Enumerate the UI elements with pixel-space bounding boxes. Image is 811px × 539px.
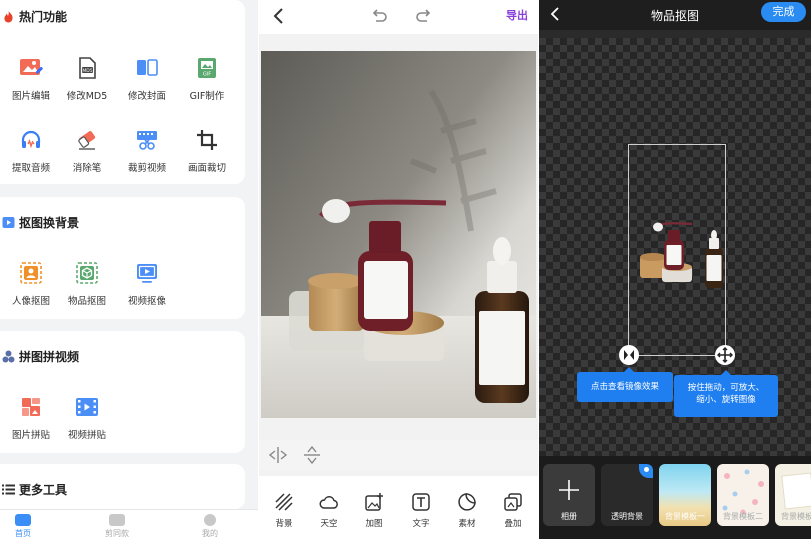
bg-option-note[interactable]: 背景模板三 <box>775 464 811 526</box>
collage-card: 拼图拼视频 图片拼贴 视频拼贴 <box>0 331 245 453</box>
svg-text:GIF: GIF <box>203 72 211 78</box>
mirror-icon[interactable] <box>267 446 289 464</box>
background-picker: 相册 透明背景 背景模板一 背景模板二 背景模板三 <box>539 456 811 539</box>
tool-overlay[interactable]: 叠加 <box>490 492 536 529</box>
transparent-canvas[interactable]: 点击查看镜像效果 按住拖动，可放大、 缩小、旋转图像 <box>539 38 811 456</box>
bg-option-transparent[interactable]: 透明背景 <box>601 464 653 526</box>
tool-text[interactable]: 文字 <box>398 492 444 529</box>
tooltip-move: 按住拖动，可放大、 缩小、旋转图像 <box>674 370 778 417</box>
tab-templates[interactable]: 剪同款 <box>87 514 147 539</box>
film-cut-icon <box>133 126 161 154</box>
gif-icon: GIF <box>193 54 221 82</box>
feature-trim-video[interactable]: 裁剪视频 <box>116 126 178 174</box>
overlay-icon <box>503 492 523 512</box>
video-camera-icon <box>109 514 125 526</box>
feature-cover[interactable]: 修改封面 <box>116 54 178 102</box>
tooltip-mirror: 点击查看镜像效果 <box>577 367 673 402</box>
export-button[interactable]: 导出 <box>506 7 528 23</box>
list-icon <box>2 483 15 496</box>
fire-icon <box>2 10 15 23</box>
tab-home[interactable]: 首页 <box>0 514 53 539</box>
sticker-icon <box>457 492 477 512</box>
feature-portrait-cutout[interactable]: 人像抠图 <box>0 259 62 307</box>
feature-extract-audio[interactable]: 提取音频 <box>0 126 62 174</box>
bg-option-album[interactable]: 相册 <box>543 464 595 526</box>
home-icon <box>15 514 31 526</box>
sky-icon <box>319 492 339 512</box>
headphones-icon <box>17 126 45 154</box>
feature-crop-frame[interactable]: 画面裁切 <box>176 126 238 174</box>
transform-controls <box>259 440 538 470</box>
video-cutout-icon <box>133 259 161 287</box>
hot-features-card: 热门功能 图片编辑 MD5 修改MD5 修改封面 GIF GIF制作 提取音频 … <box>0 0 245 184</box>
profile-icon <box>204 514 216 526</box>
more-tools-card: 更多工具 <box>0 464 245 509</box>
feature-md5[interactable]: MD5 修改MD5 <box>56 54 118 102</box>
section-title-more: 更多工具 <box>2 481 67 498</box>
feature-image-edit[interactable]: 图片编辑 <box>0 54 62 102</box>
editor-top-bar: 导出 <box>259 0 538 34</box>
feature-video-cutout[interactable]: 视频抠像 <box>116 259 178 307</box>
crop-icon <box>193 126 221 154</box>
editor-toolbar: 背景 天空 加图 文字 素材 叠加 <box>259 476 538 539</box>
feature-video-collage[interactable]: 视频拼贴 <box>56 393 118 441</box>
tool-sky[interactable]: 天空 <box>306 492 352 529</box>
play-square-icon <box>2 216 15 229</box>
home-panel: 热门功能 图片编辑 MD5 修改MD5 修改封面 GIF GIF制作 提取音频 … <box>0 0 258 539</box>
md5-icon: MD5 <box>73 54 101 82</box>
section-title-cutout: 抠图换背景 <box>2 214 79 231</box>
portrait-cutout-icon <box>17 259 45 287</box>
tab-profile[interactable]: 我的 <box>180 514 240 539</box>
section-title-collage: 拼图拼视频 <box>2 348 79 365</box>
cutout-top-bar: 物品抠图 完成 <box>539 0 811 30</box>
plus-icon <box>557 478 581 502</box>
back-icon[interactable] <box>269 6 289 26</box>
bottom-tab-bar: 首页 剪同款 我的 <box>0 509 258 539</box>
flip-vertical-icon[interactable] <box>303 445 321 465</box>
bg-option-hearts[interactable]: 背景模板二 <box>717 464 769 526</box>
feature-image-collage[interactable]: 图片拼贴 <box>0 393 62 441</box>
collage-icon <box>17 393 45 421</box>
undo-icon[interactable] <box>369 5 389 25</box>
product-photo <box>261 51 536 418</box>
add-image-icon <box>364 492 384 512</box>
editor-panel: 导出 背景 天空 加图 文字 素材 叠加 <box>259 0 538 539</box>
cluster-icon <box>2 350 15 363</box>
object-cutout-panel: 物品抠图 完成 点击查看镜像效果 按住拖动，可放大、 缩小、旋转图像 相册 透明… <box>539 0 811 539</box>
bg-option-beach[interactable]: 背景模板一 <box>659 464 711 526</box>
redo-icon[interactable] <box>414 5 434 25</box>
video-collage-icon <box>73 393 101 421</box>
cover-icon <box>133 54 161 82</box>
tool-sticker[interactable]: 素材 <box>444 492 490 529</box>
cutout-card: 抠图换背景 人像抠图 物品抠图 视频抠像 <box>0 197 245 319</box>
move-handle-icon[interactable] <box>715 345 735 365</box>
image-edit-icon <box>17 54 45 82</box>
feature-gif[interactable]: GIF GIF制作 <box>176 54 238 102</box>
cutout-object[interactable] <box>634 218 724 293</box>
feature-eraser[interactable]: 消除笔 <box>56 126 118 174</box>
done-button[interactable]: 完成 <box>761 2 806 22</box>
feature-object-cutout[interactable]: 物品抠图 <box>56 259 118 307</box>
svg-text:MD5: MD5 <box>82 68 92 74</box>
eraser-icon <box>73 126 101 154</box>
mirror-handle-icon[interactable] <box>619 345 639 365</box>
section-title-hot: 热门功能 <box>2 8 67 25</box>
tool-add-image[interactable]: 加图 <box>351 492 397 529</box>
tool-background[interactable]: 背景 <box>261 492 307 529</box>
selected-dot-icon <box>639 464 653 478</box>
object-cutout-icon <box>73 259 101 287</box>
text-icon <box>411 492 431 512</box>
background-icon <box>274 492 294 512</box>
